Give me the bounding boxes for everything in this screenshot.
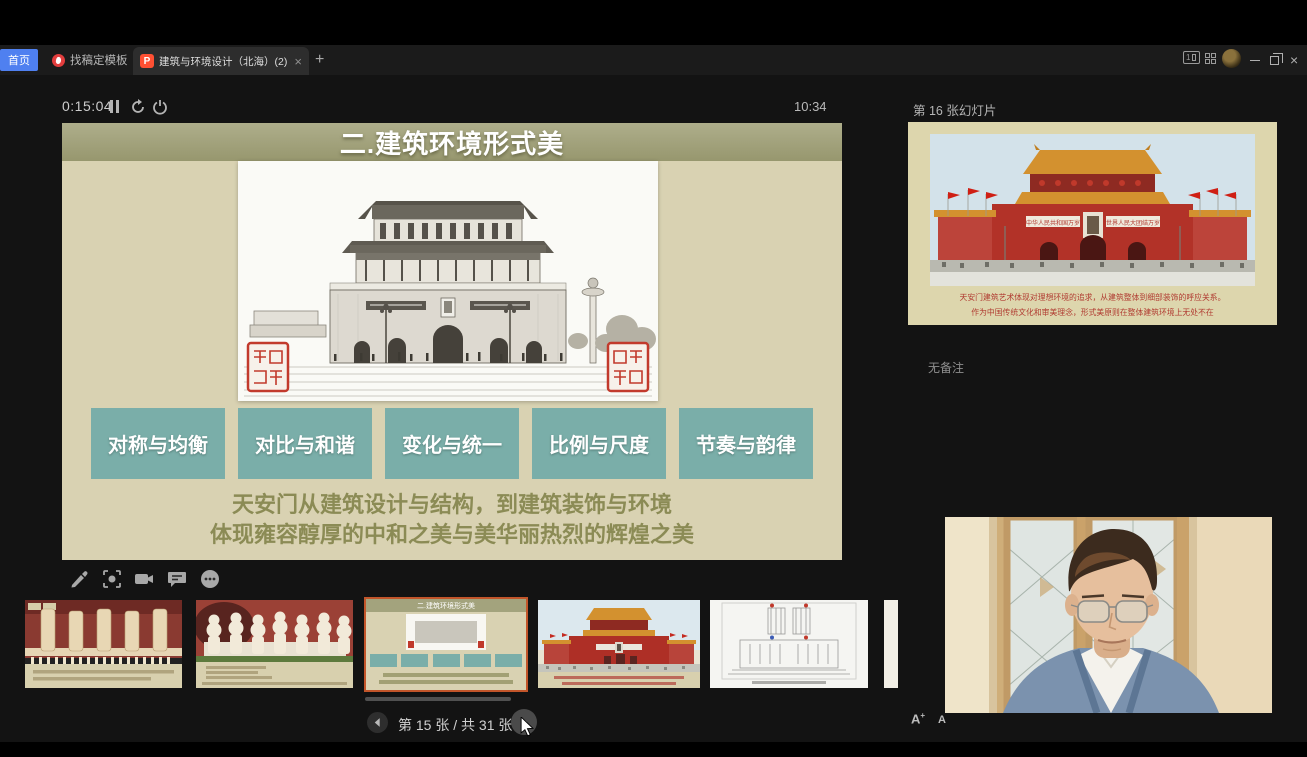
slide-thumbnail-17[interactable] (710, 600, 868, 688)
mini-engraving (406, 614, 486, 650)
close-icon[interactable]: × (294, 55, 302, 68)
webcam-video (945, 517, 1272, 713)
webcam-frame (945, 517, 1272, 713)
slide-thumbnail-15-selected[interactable]: 二.建筑环境形式美 (364, 597, 528, 692)
slide-thumbnail-16[interactable] (538, 600, 700, 688)
preview-caption-line1: 天安门建筑艺术体现对理想环境的追求，从建筑整体到细部装饰的呼应关系。 (923, 291, 1262, 302)
slide-position-text: 第 15 张 / 共 31 张 (398, 715, 512, 735)
tab-home[interactable]: 首页 (0, 49, 38, 71)
slide-keyword-buttons: 对称与均衡 对比与和谐 变化与统一 比例与尺度 节奏与韵律 (91, 408, 813, 479)
seal-left (248, 343, 288, 391)
user-avatar-icon[interactable] (1222, 49, 1241, 68)
next-slide-photo: 中华人民共和国万岁 世界人民大团结万岁 (930, 134, 1255, 286)
pen-icon[interactable] (68, 568, 90, 590)
mini-slide-title: 二.建筑环境形式美 (366, 599, 526, 612)
engraving-art (238, 161, 658, 401)
restore-icon[interactable] (1270, 56, 1279, 65)
keyword-proportion: 比例与尺度 (532, 408, 666, 479)
slide-caption-line2: 体现雍容醇厚的中和之美与美华丽热烈的辉煌之美 (62, 517, 842, 549)
keyword-symmetry: 对称与均衡 (91, 408, 225, 479)
tab-template-label: 找稿定模板 (70, 52, 128, 68)
tiananmen-engraving-image (238, 161, 658, 401)
slide-thumbnail-18-partial[interactable] (884, 600, 898, 688)
tab-template[interactable]: 找稿定模板 (46, 49, 134, 71)
new-tab-icon[interactable]: + (315, 50, 324, 70)
next-slide-header: 第 16 张幻灯片 (913, 100, 996, 119)
comment-icon[interactable] (166, 568, 188, 590)
font-decrease-icon[interactable]: A (938, 714, 946, 726)
close-icon-window[interactable]: × (1290, 52, 1298, 68)
font-increase-icon[interactable]: A+ (911, 711, 925, 726)
slide-thumbnail-14[interactable] (196, 600, 353, 688)
minimize-icon[interactable] (1250, 60, 1260, 61)
slide-title-banner: 二.建筑环境形式美 (62, 123, 842, 161)
page-view-icon[interactable]: 1 (1183, 51, 1200, 64)
photo-banner-right: 世界人民大团结万岁 (1106, 219, 1160, 227)
tab-document-active[interactable]: P 建筑与环境设计（北海）(2).pptx × (133, 47, 309, 75)
next-slide-preview[interactable]: 中华人民共和国万岁 世界人民大团结万岁 天安门建筑艺术体现对理想环境的追求，从建… (908, 122, 1277, 325)
notes-empty-text: 无备注 (928, 359, 964, 376)
reset-icon[interactable] (130, 99, 146, 115)
photo-banner-left: 中华人民共和国万岁 (1026, 219, 1080, 227)
keyword-contrast: 对比与和谐 (238, 408, 372, 479)
keyword-rhythm: 节奏与韵律 (679, 408, 813, 479)
more-options-icon[interactable] (199, 568, 221, 590)
mouse-cursor-icon (519, 717, 535, 737)
slide-canvas[interactable]: 二.建筑环境形式美 (62, 123, 842, 560)
grid-view-icon[interactable] (1205, 53, 1216, 64)
wall-clock: 10:34 (794, 99, 827, 114)
gaoding-icon (52, 54, 65, 67)
preview-caption-line2: 作为中国传统文化和审美理念，形式美原则在整体建筑环境上无处不在 (923, 306, 1262, 317)
filmstrip-scrollbar[interactable] (365, 697, 511, 701)
browser-tab-bar: 首页 找稿定模板 P 建筑与环境设计（北海）(2).pptx × + 1 × (0, 45, 1307, 75)
mini-buttons (370, 654, 522, 667)
prev-slide-icon (372, 717, 383, 728)
slide-thumbnail-13[interactable] (25, 600, 182, 688)
wps-presentation-icon: P (140, 54, 154, 68)
presenter-stage: 0:15:04 10:34 二.建筑环境形式美 (0, 75, 1307, 742)
tab-document-label: 建筑与环境设计（北海）(2).pptx (159, 54, 287, 69)
seal-right (608, 343, 648, 391)
slide-caption-line1: 天安门从建筑设计与结构，到建筑装饰与环境 (62, 487, 842, 519)
prev-slide-button[interactable] (367, 712, 388, 733)
pause-icon[interactable] (108, 99, 124, 115)
keyword-variation: 变化与统一 (385, 408, 519, 479)
presentation-timer: 0:15:04 (62, 98, 112, 114)
power-icon[interactable] (152, 99, 168, 115)
camera-icon[interactable] (133, 568, 155, 590)
slide-title: 二.建筑环境形式美 (340, 124, 564, 161)
laser-pointer-icon[interactable] (101, 568, 123, 590)
